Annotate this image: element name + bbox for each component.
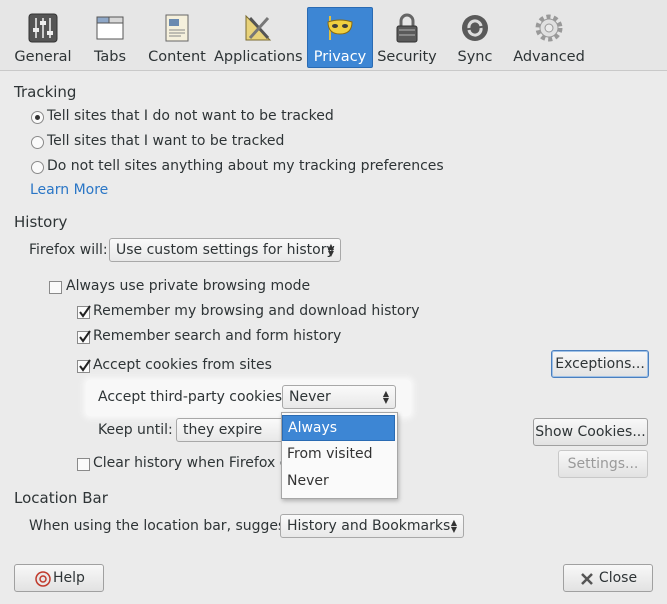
checkmark-icon: [79, 305, 91, 318]
tab-security[interactable]: Security: [376, 8, 438, 68]
clear-history-checkbox[interactable]: [77, 458, 90, 471]
checkbox-label: Always use private browsing mode: [66, 278, 311, 294]
updown-arrow-icon: ▲ ▼: [327, 242, 334, 258]
suggest-select[interactable]: History and Bookmarks ▲ ▼: [280, 514, 464, 538]
tab-label: Advanced: [513, 49, 585, 65]
dropdown-option-always[interactable]: Always: [282, 415, 395, 441]
accept-cookies-checkbox[interactable]: [77, 359, 91, 373]
checkbox-label: Clear history when Firefox closes: [93, 455, 281, 471]
history-mode-select[interactable]: Use custom settings for history ▲ ▼: [109, 238, 341, 262]
tab-label: Tabs: [93, 49, 127, 65]
tabs-icon: [96, 16, 124, 40]
tracking-heading: Tracking: [14, 83, 77, 101]
applications-icon: [245, 14, 272, 41]
radio-label: Tell sites that I want to be tracked: [47, 133, 285, 149]
tab-label: Sync: [457, 49, 493, 65]
tab-applications[interactable]: Applications: [214, 8, 303, 68]
tab-privacy[interactable]: Privacy: [307, 7, 373, 68]
suggest-label: When using the location bar, suggest:: [29, 518, 296, 534]
radio-do-not-track[interactable]: [31, 111, 44, 124]
tab-general[interactable]: General: [8, 8, 78, 68]
tab-label: Privacy: [313, 49, 367, 65]
remember-search-checkbox[interactable]: [77, 330, 91, 344]
firefox-will-label: Firefox will:: [29, 242, 108, 258]
updown-arrow-icon: ▲ ▼: [382, 389, 389, 405]
third-party-cookies-dropdown: Always From visited Never: [281, 412, 398, 499]
close-button[interactable]: Close: [563, 564, 653, 592]
third-party-cookies-select[interactable]: Never ▲ ▼: [282, 385, 396, 409]
radio-label: Tell sites that I do not want to be trac…: [47, 108, 334, 124]
learn-more-link[interactable]: Learn More: [30, 182, 108, 198]
checkmark-icon: [79, 359, 91, 372]
radio-no-preference[interactable]: [31, 161, 44, 174]
help-button[interactable]: Help: [14, 564, 104, 592]
checkbox-label: Remember search and form history: [93, 328, 342, 344]
help-icon: [35, 571, 51, 587]
settings-button[interactable]: Settings...: [558, 450, 648, 478]
third-party-label: Accept third-party cookies:: [98, 389, 287, 405]
exceptions-button[interactable]: Exceptions...: [551, 350, 649, 378]
remember-browsing-checkbox[interactable]: [77, 305, 91, 319]
checkbox-label: Remember my browsing and download histor…: [93, 303, 420, 319]
tab-label: Applications: [214, 49, 303, 65]
gear-icon: [535, 14, 563, 42]
select-value: they expire: [183, 422, 263, 438]
history-heading: History: [14, 213, 68, 231]
tab-sync[interactable]: Sync: [450, 8, 500, 68]
dropdown-option-from-visited[interactable]: From visited: [282, 442, 395, 468]
privacy-mask-icon: [327, 16, 353, 40]
preferences-toolbar: General Tabs Content Applications Privac…: [0, 0, 667, 71]
checkmark-icon: [79, 330, 91, 343]
sync-icon: [462, 15, 488, 41]
tab-label: General: [14, 49, 72, 65]
close-icon: [581, 573, 593, 585]
tab-content[interactable]: Content: [146, 8, 208, 68]
dropdown-option-never[interactable]: Never: [282, 469, 395, 495]
select-value: Use custom settings for history: [116, 242, 335, 258]
help-label: Help: [53, 570, 85, 586]
select-value: Never: [289, 389, 331, 405]
radio-label: Do not tell sites anything about my trac…: [47, 158, 444, 174]
content-icon: [165, 14, 189, 42]
select-value: History and Bookmarks: [287, 518, 451, 534]
keep-until-select[interactable]: they expire: [176, 418, 286, 442]
tab-advanced[interactable]: Advanced: [512, 8, 586, 68]
private-mode-checkbox[interactable]: [49, 281, 62, 294]
close-label: Close: [598, 570, 638, 586]
tab-label: Content: [148, 49, 206, 65]
tab-label: Security: [377, 49, 437, 65]
checkbox-label: Accept cookies from sites: [93, 357, 272, 373]
radio-track[interactable]: [31, 136, 44, 149]
keep-until-label: Keep until:: [98, 422, 173, 438]
show-cookies-button[interactable]: Show Cookies...: [533, 418, 648, 446]
location-bar-heading: Location Bar: [14, 489, 108, 507]
tab-tabs[interactable]: Tabs: [82, 8, 138, 68]
padlock-icon: [396, 13, 418, 43]
sliders-icon: [28, 13, 58, 43]
updown-arrow-icon: ▲ ▼: [450, 518, 457, 534]
